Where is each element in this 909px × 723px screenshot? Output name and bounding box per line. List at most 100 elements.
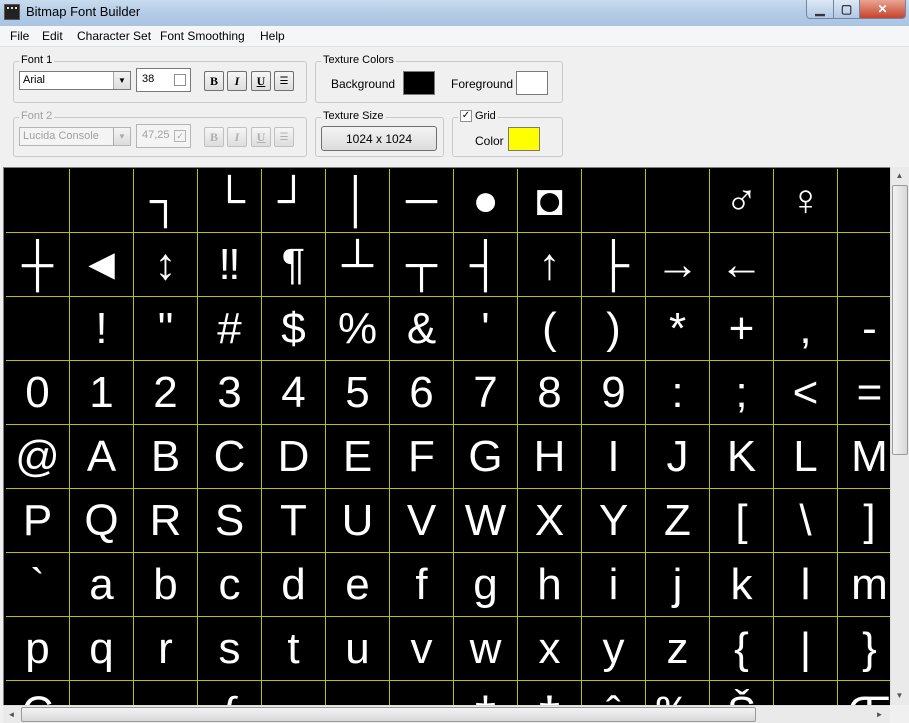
grid-color-swatch[interactable]	[508, 127, 540, 151]
glyph-cell: U	[326, 489, 390, 553]
glyph-cell: j	[646, 553, 710, 617]
glyph-cell: #	[198, 297, 262, 361]
glyph-cell: T	[262, 489, 326, 553]
scroll-left-icon[interactable]: ◄	[3, 706, 20, 723]
menu-font-smoothing[interactable]: Font Smoothing	[160, 29, 245, 43]
glyph-cell: Y	[582, 489, 646, 553]
font1-bold-button[interactable]: B	[204, 71, 224, 91]
foreground-color-swatch[interactable]	[516, 71, 548, 95]
glyph-cell: ┘	[262, 169, 326, 233]
glyph-cell: v	[390, 617, 454, 681]
menu-help[interactable]: Help	[260, 29, 285, 43]
background-label: Background	[331, 77, 396, 91]
glyph-cell: l	[774, 553, 838, 617]
font1-group: Font 1 Arial ▼ 38 B I U ☰	[13, 54, 307, 103]
glyph-cell: 2	[134, 361, 198, 425]
texture-size-legend: Texture Size	[321, 110, 386, 122]
grid-checkbox[interactable]: ✓	[460, 110, 472, 122]
glyph-cell: Œ	[838, 681, 891, 705]
glyph-cell: ]	[838, 489, 890, 553]
horizontal-scroll-thumb[interactable]	[21, 707, 756, 722]
glyph-cell: b	[134, 553, 198, 617]
font2-underline-button[interactable]: U	[251, 127, 271, 147]
texture-size-button[interactable]: 1024 x 1024	[321, 126, 437, 151]
font2-bold-button[interactable]: B	[204, 127, 224, 147]
scroll-up-icon[interactable]: ▲	[891, 167, 908, 184]
font1-underline-button[interactable]: U	[251, 71, 271, 91]
chevron-down-icon[interactable]: ▼	[113, 72, 130, 89]
scroll-down-icon[interactable]: ▼	[891, 687, 908, 704]
font2-size-field[interactable]: 47,25 ✓	[136, 124, 191, 148]
app-icon[interactable]	[4, 4, 20, 20]
glyph-cell: ♀	[774, 169, 838, 233]
glyph-cell: 7	[454, 361, 518, 425]
glyph-cell: c	[198, 553, 262, 617]
glyph-cell: ‰	[646, 681, 710, 705]
font1-size-value: 38	[142, 73, 155, 85]
glyph-cell: A	[70, 425, 134, 489]
scroll-right-icon[interactable]: ►	[871, 706, 888, 723]
font1-align-button[interactable]: ☰	[274, 71, 294, 91]
glyph-cell: ┐	[134, 169, 198, 233]
font1-italic-button[interactable]: I	[227, 71, 247, 91]
glyph-cell: =	[838, 361, 890, 425]
glyph-cell: ├	[582, 233, 646, 297]
glyph-cell: x	[518, 617, 582, 681]
glyph-cell: i	[582, 553, 646, 617]
menu-edit[interactable]: Edit	[42, 29, 63, 43]
maximize-icon: ▢	[840, 2, 853, 16]
glyph-cell: ↕	[134, 233, 198, 297]
glyph-cell	[646, 169, 710, 233]
glyph-cell: *	[646, 297, 710, 361]
font2-italic-button[interactable]: I	[227, 127, 247, 147]
glyph-cell: ƒ	[198, 681, 262, 705]
maximize-button[interactable]: ▢	[833, 0, 860, 19]
font-preview-canvas[interactable]: ┐ └ ┘ │ ─ ● ◘ ♂ ♀ ┼ ◄ ↕ ‼ ¶ ┴ ┬ ┤ ↑ ├ → ←! " # $% & '() * +, - 0 1 2 3 4 5…	[3, 167, 890, 705]
chevron-down-icon[interactable]: ▼	[113, 128, 130, 145]
glyph-cell: Q	[70, 489, 134, 553]
glyph-cell: 5	[326, 361, 390, 425]
glyph-cell: ◄	[70, 233, 134, 297]
font2-size-value: 47,25	[142, 129, 170, 141]
vertical-scrollbar[interactable]: ▲ ▼	[890, 167, 909, 705]
font1-size-field[interactable]: 38	[136, 68, 191, 92]
align-justify-icon: ☰	[279, 75, 289, 87]
glyph-cell: ┤	[454, 233, 518, 297]
scrollbar-corner	[890, 705, 909, 723]
grid-label: Grid	[475, 110, 496, 122]
glyph-cell: C	[198, 425, 262, 489]
glyph-cell: J	[646, 425, 710, 489]
glyph-cell	[774, 233, 838, 297]
font2-align-button[interactable]: ☰	[274, 127, 294, 147]
glyph-cell: M	[838, 425, 890, 489]
glyph-cell: B	[134, 425, 198, 489]
minimize-button[interactable]: ▁	[806, 0, 834, 19]
minimize-icon: ▁	[815, 2, 825, 16]
font1-name-combo[interactable]: Arial ▼	[19, 71, 131, 90]
font2-checkbox[interactable]: ✓	[174, 130, 186, 142]
glyph-cell: F	[390, 425, 454, 489]
glyph-cell: '	[454, 297, 518, 361]
font2-name-combo[interactable]: Lucida Console ▼	[19, 127, 131, 146]
glyph-cell: (	[518, 297, 582, 361]
glyph-cell: p	[6, 617, 70, 681]
glyph-cell: V	[390, 489, 454, 553]
menu-character-set[interactable]: Character Set	[77, 29, 151, 43]
close-button[interactable]: ✕	[859, 0, 906, 19]
vertical-scroll-thumb[interactable]	[892, 185, 908, 455]
horizontal-scrollbar[interactable]: ◄ ►	[3, 705, 890, 723]
glyph-cell: ┴	[326, 233, 390, 297]
menu-file[interactable]: File	[10, 29, 29, 43]
glyph-cell: W	[454, 489, 518, 553]
texture-size-group: Texture Size 1024 x 1024	[315, 110, 444, 157]
background-color-swatch[interactable]	[403, 71, 435, 95]
glyph-cell: s	[198, 617, 262, 681]
font1-checkbox[interactable]	[174, 74, 186, 86]
glyph-cell: }	[838, 617, 890, 681]
glyph-cell: ┬	[390, 233, 454, 297]
glyph-cell: ←	[710, 233, 774, 297]
foreground-label: Foreground	[451, 77, 514, 91]
glyph-cell: └	[198, 169, 262, 233]
glyph-cell: y	[582, 617, 646, 681]
glyph-cell: `	[6, 553, 70, 617]
